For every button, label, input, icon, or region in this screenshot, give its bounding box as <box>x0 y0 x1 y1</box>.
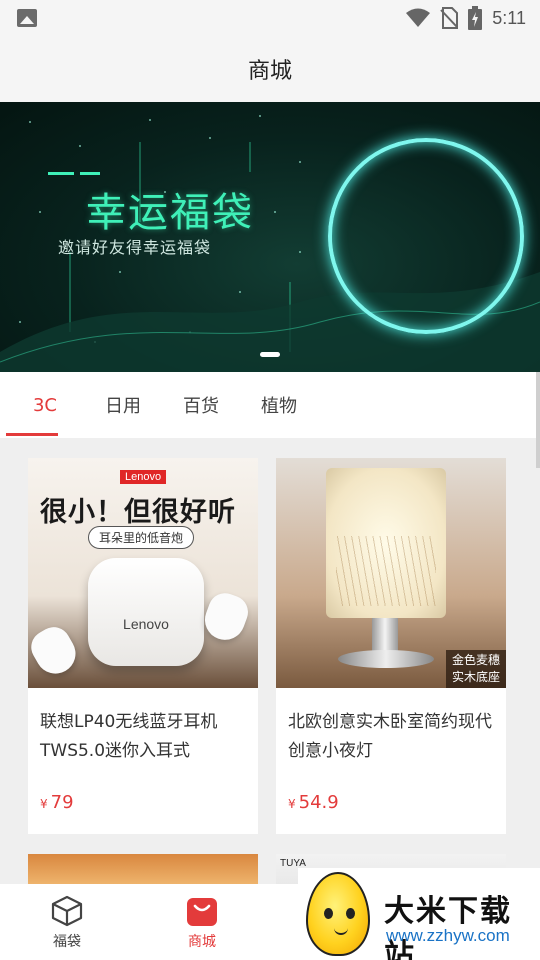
nav-lucky-bag[interactable]: 福袋 <box>12 884 122 960</box>
product-price: ¥79 <box>40 792 74 813</box>
earbuds-case: Lenovo <box>88 558 204 666</box>
tab-3c[interactable]: 3C <box>6 372 84 438</box>
page-title: 商城 <box>247 59 292 84</box>
glowing-ring <box>328 138 524 334</box>
price-symbol: ¥ <box>40 797 48 811</box>
product-price: ¥54.9 <box>288 792 339 813</box>
lamp-base <box>338 650 434 668</box>
tab-label: 日用 <box>105 396 141 417</box>
price-symbol: ¥ <box>288 797 296 811</box>
status-icons: 5:11 <box>406 6 526 30</box>
earbud-left <box>28 621 83 681</box>
cube-icon <box>51 895 83 927</box>
tab-plants[interactable]: 植物 <box>240 372 318 438</box>
lamp-pole <box>372 618 398 654</box>
wheat-pattern <box>336 536 436 606</box>
shopping-bag-icon <box>187 898 217 926</box>
banner-title: 幸运福袋 <box>86 190 254 236</box>
watermark-site: www.zzhyw.com <box>386 926 510 945</box>
product-card[interactable]: Lenovo 很小！但很好听 耳朵里的低音炮 Lenovo 联想LP40无线蓝牙… <box>28 458 258 834</box>
product-image: Lenovo 很小！但很好听 耳朵里的低音炮 Lenovo <box>28 458 258 688</box>
status-bar: 5:11 <box>0 0 540 36</box>
product-image: 金色麦穗 实木底座 <box>276 458 506 688</box>
mascot-mouth <box>334 928 348 935</box>
promo-banner[interactable]: 幸运福袋 邀请好友得幸运福袋 <box>0 102 540 372</box>
watermark-brand: 大米下载站 <box>384 894 512 960</box>
image-subtitle: 耳朵里的低音炮 <box>88 526 195 549</box>
image-tag-line: 金色麦穗 <box>451 653 500 667</box>
wifi-icon <box>406 8 431 27</box>
image-slogan: 很小！但很好听 <box>40 497 236 528</box>
nav-label: 商城 <box>188 934 216 950</box>
tab-daily[interactable]: 日用 <box>84 372 162 438</box>
battery-charging-icon <box>468 6 483 30</box>
banner-dash <box>80 172 100 175</box>
price-value: 79 <box>50 792 74 813</box>
tab-label: 3C <box>32 394 58 416</box>
banner-subtitle: 邀请好友得幸运福袋 <box>58 238 212 257</box>
earbud-right <box>199 588 253 646</box>
product-name: 联想LP40无线蓝牙耳机TWS5.0迷你入耳式 <box>40 712 218 761</box>
mascot-egg <box>306 872 370 956</box>
mascot-eye <box>324 908 333 919</box>
brand-tag: Lenovo <box>120 470 167 484</box>
product-card[interactable]: 金色麦穗 实木底座 北欧创意实木卧室简约现代创意小夜灯 ¥54.9 <box>276 458 506 834</box>
tab-label: 植物 <box>261 396 297 417</box>
banner-dash <box>48 172 74 175</box>
price-value: 54.9 <box>298 792 339 813</box>
mascot-eye <box>346 908 355 919</box>
tab-general[interactable]: 百货 <box>162 372 240 438</box>
nav-label: 福袋 <box>53 934 81 950</box>
case-logo: Lenovo <box>123 616 169 632</box>
gallery-notification-icon <box>17 9 37 27</box>
image-tag: 金色麦穗 实木底座 <box>445 650 506 688</box>
scrollbar[interactable] <box>536 372 540 468</box>
carousel-indicator[interactable] <box>260 352 280 357</box>
nav-mall[interactable]: 商城 <box>147 884 257 960</box>
tab-label: 百货 <box>183 396 219 417</box>
watermark: 大米下载站 www.zzhyw.com <box>298 868 540 960</box>
lamp-shade <box>326 468 446 618</box>
image-tag-line: 实木底座 <box>451 670 500 684</box>
no-sim-icon <box>440 7 459 29</box>
clock: 5:11 <box>492 7 526 28</box>
category-tabs: 3C 日用 百货 植物 <box>0 372 540 438</box>
app-header: 商城 <box>0 36 540 102</box>
product-name: 北欧创意实木卧室简约现代创意小夜灯 <box>288 712 492 761</box>
